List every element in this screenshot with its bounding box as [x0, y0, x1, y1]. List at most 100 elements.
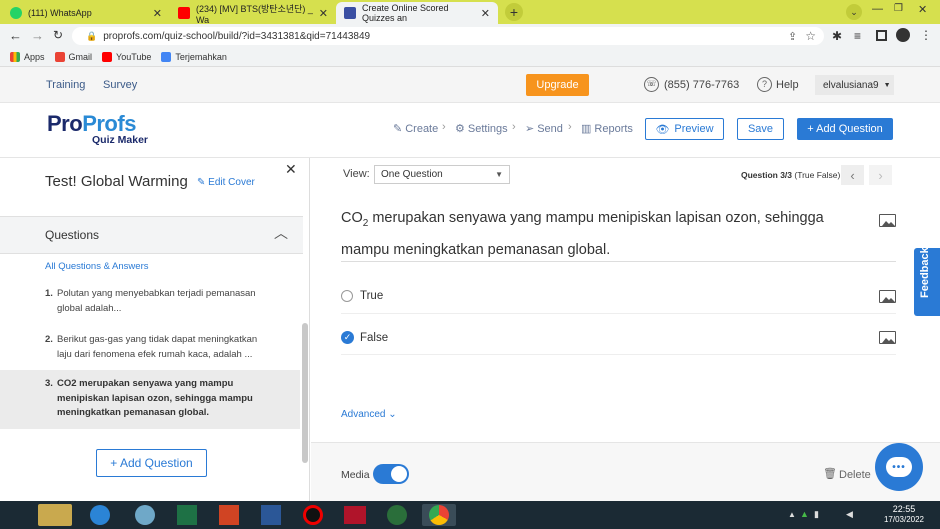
preview-button[interactable]: 👁 Preview [645, 118, 724, 140]
recorder-icon[interactable] [296, 504, 330, 526]
apps-grid-icon [10, 52, 20, 62]
tab-whatsapp[interactable]: (111) WhatsApp ✕ [2, 2, 170, 24]
question-text: Polutan yang menyebabkan terjadi pemanas… [57, 288, 256, 314]
chevron-up-icon[interactable]: ︿ [274, 223, 288, 243]
bookmark-translate[interactable]: Terjemahkan [161, 52, 227, 62]
bookmark-youtube[interactable]: YouTube [102, 52, 151, 62]
gear-icon: ⚙ [455, 123, 465, 135]
tray-chevron-icon[interactable]: ▲ [788, 510, 796, 519]
profile-avatar[interactable] [896, 28, 910, 42]
username: elvalusiana9 [823, 79, 879, 91]
answer-radio-true[interactable] [341, 290, 353, 302]
close-tab-icon[interactable]: ✕ [481, 7, 490, 20]
section-title: Questions [45, 228, 100, 242]
extensions-icon[interactable]: ✱ [832, 29, 842, 43]
reload-icon[interactable]: ↻ [53, 28, 63, 42]
all-questions-link[interactable]: All Questions & Answers [45, 261, 149, 272]
file-explorer-icon[interactable] [38, 504, 72, 526]
prev-question-button[interactable]: ‹ [841, 165, 864, 185]
bookmark-gmail[interactable]: Gmail [54, 52, 92, 62]
divider [341, 261, 896, 262]
close-window-icon[interactable]: ✕ [918, 3, 927, 16]
phone-number: (855) 776-7763 [664, 79, 740, 91]
answer-label[interactable]: False [360, 332, 388, 344]
save-button[interactable]: Save [737, 118, 784, 140]
powerpoint-icon[interactable] [212, 504, 246, 526]
chat-button[interactable]: ••• [875, 443, 923, 491]
chrome-icon[interactable] [422, 504, 456, 526]
caret-down-icon: ▼ [495, 170, 503, 179]
upgrade-button[interactable]: Upgrade [526, 74, 589, 96]
clock-time[interactable]: 22:55 [887, 504, 921, 514]
app-icon[interactable] [338, 504, 372, 526]
app-icon[interactable] [128, 504, 162, 526]
help-icon[interactable]: ? [757, 77, 772, 92]
add-question-button[interactable]: + Add Question [797, 118, 893, 140]
bookmarks-bar: Apps Gmail YouTube Terjemahkan [0, 48, 940, 67]
network-icon[interactable]: ▮ [814, 509, 819, 520]
delete-button[interactable]: Delete [839, 469, 871, 481]
close-tab-icon[interactable]: ✕ [153, 7, 162, 20]
forward-icon[interactable]: → [31, 28, 44, 43]
app-icon[interactable] [83, 504, 117, 526]
whatsapp-icon [10, 7, 22, 19]
tray-app-icon[interactable]: ▲ [800, 509, 809, 519]
new-tab-button[interactable]: + [505, 3, 523, 21]
image-icon[interactable] [879, 331, 896, 344]
minimize-icon[interactable]: — [872, 3, 883, 15]
side-panel-icon[interactable] [876, 30, 887, 41]
question-list-item[interactable]: 3. CO2 merupakan senyawa yang mampu meni… [45, 377, 270, 421]
chevron-down-icon: ⌄ [388, 409, 397, 420]
nav-send[interactable]: ➢ Send [525, 122, 563, 136]
url-text: proprofs.com/quiz-school/build/?id=34313… [103, 30, 371, 42]
volume-icon[interactable]: ◀ [846, 509, 853, 520]
feedback-tab[interactable]: Feedback [914, 247, 940, 316]
media-control-icon[interactable]: ≡ [854, 29, 861, 43]
question-text[interactable]: CO2 merupakan senyawa yang mampu menipis… [341, 205, 856, 263]
app-header: ProProfs Quiz Maker ✎ Create › ⚙ Settings … [0, 103, 940, 158]
answer-label[interactable]: True [360, 290, 383, 302]
bookmark-apps[interactable]: Apps [10, 52, 45, 62]
question-list-item[interactable]: 2. Berikut gas-gas yang tidak dapat meni… [45, 333, 270, 362]
word-icon[interactable] [254, 504, 288, 526]
more-menu-icon[interactable]: ⋮ [920, 28, 932, 42]
excel-icon[interactable] [170, 504, 204, 526]
back-icon[interactable]: ← [9, 28, 22, 43]
sidebar-scrollbar[interactable] [302, 323, 308, 463]
question-number: 3. [45, 378, 53, 389]
view-select[interactable]: One Question ▼ [374, 165, 510, 184]
bookmark-star-icon[interactable]: ☆ [805, 29, 816, 43]
restore-icon[interactable]: ❐ [894, 3, 903, 14]
survey-link[interactable]: Survey [103, 79, 137, 91]
nav-create[interactable]: ✎ Create [393, 122, 438, 136]
share-icon[interactable]: ⇪ [788, 30, 797, 43]
training-link[interactable]: Training [46, 79, 85, 91]
close-tab-icon[interactable]: ✕ [319, 7, 328, 20]
help-link[interactable]: Help [776, 79, 799, 91]
app-top-bar: Training Survey Upgrade ☏ (855) 776-7763… [0, 67, 940, 103]
questions-section-header[interactable]: Questions ︿ [0, 216, 303, 254]
advanced-toggle[interactable]: Advanced ⌄ [341, 409, 397, 420]
answer-check-false[interactable]: ✓ [341, 331, 354, 344]
lock-icon: 🔒 [86, 30, 98, 41]
nav-reports[interactable]: ▥ Reports [581, 122, 633, 136]
address-bar[interactable]: 🔒 proprofs.com/quiz-school/build/?id=343… [72, 27, 824, 45]
search-app-icon[interactable] [380, 504, 414, 526]
bookmark-label: YouTube [116, 52, 152, 62]
media-toggle[interactable] [373, 464, 409, 484]
user-menu[interactable]: elvalusiana9 ▼ [815, 75, 894, 95]
image-icon[interactable] [879, 214, 896, 227]
add-question-button-sidebar[interactable]: + Add Question [96, 449, 207, 477]
next-question-button[interactable]: › [869, 165, 892, 185]
tab-youtube[interactable]: (234) [MV] BTS(방탄소년단) _ Wa ✕ [170, 2, 336, 25]
image-icon[interactable] [879, 290, 896, 303]
edit-cover-link[interactable]: ✎ Edit Cover [197, 177, 255, 188]
logo-profs: Profs [82, 111, 136, 136]
nav-settings[interactable]: ⚙ Settings [455, 122, 508, 136]
clock-date[interactable]: 17/03/2022 [880, 515, 928, 524]
close-sidebar-icon[interactable]: ✕ [285, 161, 297, 178]
question-list-item[interactable]: 1. Polutan yang menyebabkan terjadi pema… [45, 287, 270, 316]
tab-proprofs[interactable]: Create Online Scored Quizzes an ✕ [336, 2, 498, 24]
pencil-icon: ✎ [393, 123, 403, 135]
tab-search-icon[interactable]: ⌄ [846, 4, 862, 20]
